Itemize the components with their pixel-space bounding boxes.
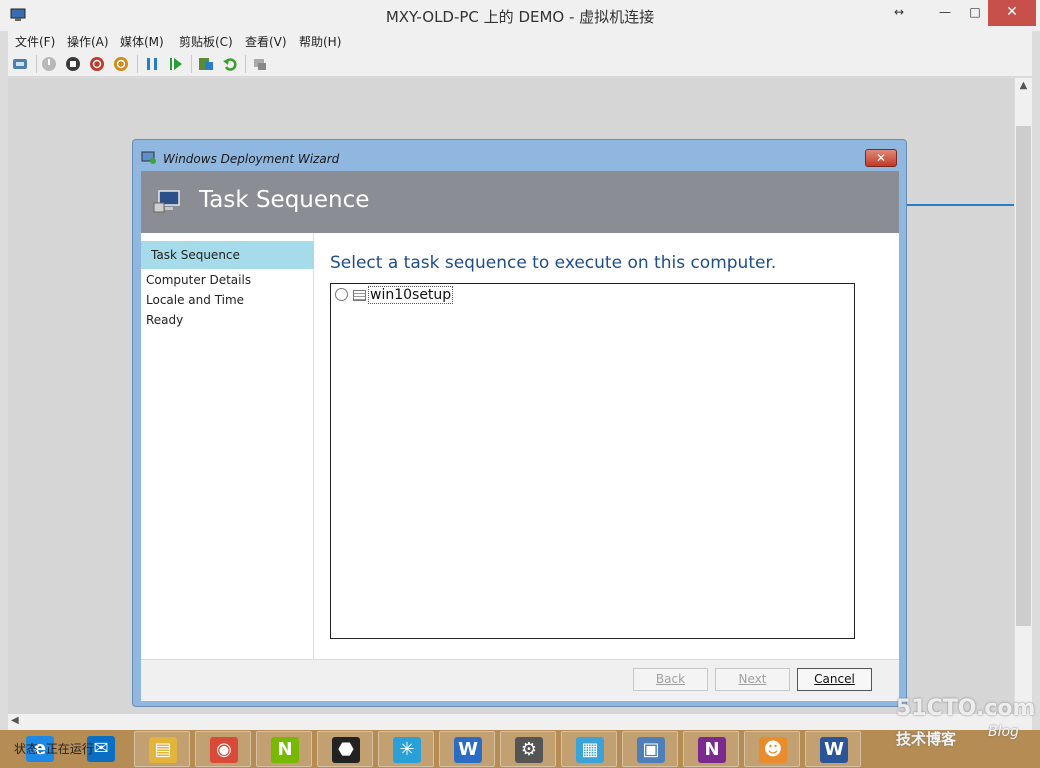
pause-icon[interactable]: [144, 56, 160, 72]
menu-media[interactable]: 媒体(M): [120, 33, 164, 50]
wizard-content: Select a task sequence to execute on thi…: [314, 233, 899, 659]
app-compass-icon: ✳: [393, 737, 421, 763]
scroll-left-icon[interactable]: ◀: [11, 715, 19, 726]
wizard-page-title: Task Sequence: [199, 187, 370, 213]
task-sequence-list[interactable]: win10setup: [330, 283, 855, 639]
android-icon: ⬣: [332, 737, 360, 763]
computer-icon: [153, 190, 180, 213]
taskbar-app-nvidia[interactable]: N: [256, 731, 312, 767]
nav-item-computer-details[interactable]: Computer Details: [146, 273, 251, 287]
shutdown-icon[interactable]: [89, 56, 105, 72]
server-manager-icon: ▦: [576, 737, 604, 763]
vertical-scrollbar[interactable]: ▲: [1015, 78, 1032, 714]
close-button[interactable]: ✕: [988, 0, 1036, 26]
scrollbar-thumb[interactable]: [1016, 126, 1031, 626]
menu-bar: 文件(F) 操作(A) 媒体(M) 剪贴板(C) 查看(V) 帮助(H): [8, 31, 1032, 51]
watermark-site: 51CTO.com: [896, 696, 1036, 721]
window-titlebar: MXY-OLD-PC 上的 DEMO - 虚拟机连接 ↔ — □ ✕: [0, 0, 1040, 31]
cancel-button-label: Cancel: [814, 672, 855, 686]
chrome-icon: ◉: [210, 737, 238, 763]
basket-icon: ☻: [759, 737, 787, 763]
task-sequence-radio[interactable]: [335, 288, 348, 301]
reset-icon[interactable]: [168, 56, 184, 72]
back-button[interactable]: Back: [633, 668, 708, 691]
vm-desktop-accent-line: [906, 204, 1014, 206]
file-explorer-icon: ▤: [149, 737, 177, 763]
wordpad-icon: W: [454, 737, 482, 763]
taskbar-app-hyperv[interactable]: ▣: [622, 731, 678, 767]
taskbar-app-word[interactable]: W: [805, 731, 861, 767]
hyperv-icon: ▣: [637, 737, 665, 763]
next-button-label: Next: [738, 672, 767, 686]
resize-button[interactable]: ↔: [880, 0, 918, 26]
onenote-icon: N: [698, 737, 726, 763]
taskbar-app-wordpad[interactable]: W: [439, 731, 495, 767]
taskbar-app-app-compass[interactable]: ✳: [378, 731, 434, 767]
next-button[interactable]: Next: [715, 668, 790, 691]
task-sequence-item-label[interactable]: win10setup: [368, 286, 454, 304]
settings-icon: ⚙: [515, 737, 543, 763]
horizontal-scrollbar[interactable]: ◀: [8, 714, 1032, 730]
nav-item-ready[interactable]: Ready: [146, 313, 183, 327]
start-icon[interactable]: [41, 56, 57, 72]
menu-clipboard[interactable]: 剪贴板(C): [179, 33, 233, 50]
toolbar-separator: [245, 55, 246, 73]
toolbar-separator: [191, 55, 192, 73]
deployment-wizard-dialog: Windows Deployment Wizard ✕ Task Sequenc…: [132, 139, 907, 707]
enhanced-session-icon[interactable]: [252, 56, 268, 72]
wizard-navigation: Task Sequence Computer Details Locale an…: [141, 233, 314, 659]
nav-item-locale-and-time[interactable]: Locale and Time: [146, 293, 244, 307]
taskbar-app-file-explorer[interactable]: ▤: [134, 731, 190, 767]
wizard-footer: Back Next Cancel: [141, 659, 899, 701]
taskbar-app-server-manager[interactable]: ▦: [561, 731, 617, 767]
wizard-app-icon: [141, 151, 156, 164]
revert-icon[interactable]: [222, 56, 238, 72]
wizard-header: Task Sequence: [141, 171, 899, 233]
save-icon[interactable]: [113, 56, 129, 72]
menu-file[interactable]: 文件(F): [15, 33, 55, 50]
wizard-close-button[interactable]: ✕: [865, 149, 897, 167]
vm-status-text: 状态: 正在运行: [14, 742, 94, 756]
taskbar-app-settings[interactable]: ⚙: [500, 731, 556, 767]
word-icon: W: [820, 737, 848, 763]
nvidia-icon: N: [271, 737, 299, 763]
scroll-up-icon[interactable]: ▲: [1015, 80, 1032, 91]
menu-help[interactable]: 帮助(H): [299, 33, 341, 50]
task-sequence-item-icon: [353, 290, 366, 301]
toolbar-separator: [137, 55, 138, 73]
taskbar-app-android[interactable]: ⬣: [317, 731, 373, 767]
taskbar-app-chrome[interactable]: ◉: [195, 731, 251, 767]
menu-action[interactable]: 操作(A): [67, 33, 109, 50]
ctrl-alt-del-icon[interactable]: [12, 56, 28, 72]
nav-item-task-sequence[interactable]: Task Sequence: [141, 241, 314, 269]
checkpoint-icon[interactable]: [198, 56, 214, 72]
taskbar: e ✉ ▤ ◉ N ⬣ ✳ W ⚙ ▦ ▣ N ☻ W: [0, 730, 1040, 768]
toolbar: [8, 51, 1032, 77]
back-button-label: Back: [655, 672, 686, 686]
cancel-button[interactable]: Cancel: [797, 668, 872, 691]
watermark-tagline: 技术博客: [896, 730, 957, 748]
taskbar-app-onenote[interactable]: N: [683, 731, 739, 767]
taskbar-app-basket[interactable]: ☻: [744, 731, 800, 767]
menu-view[interactable]: 查看(V): [245, 33, 287, 50]
toolbar-separator: [36, 55, 37, 73]
wizard-window-title: Windows Deployment Wizard: [163, 152, 340, 166]
task-sequence-prompt: Select a task sequence to execute on thi…: [330, 253, 777, 273]
watermark-blog: Blog: [988, 724, 1019, 740]
turn-off-icon[interactable]: [65, 56, 81, 72]
